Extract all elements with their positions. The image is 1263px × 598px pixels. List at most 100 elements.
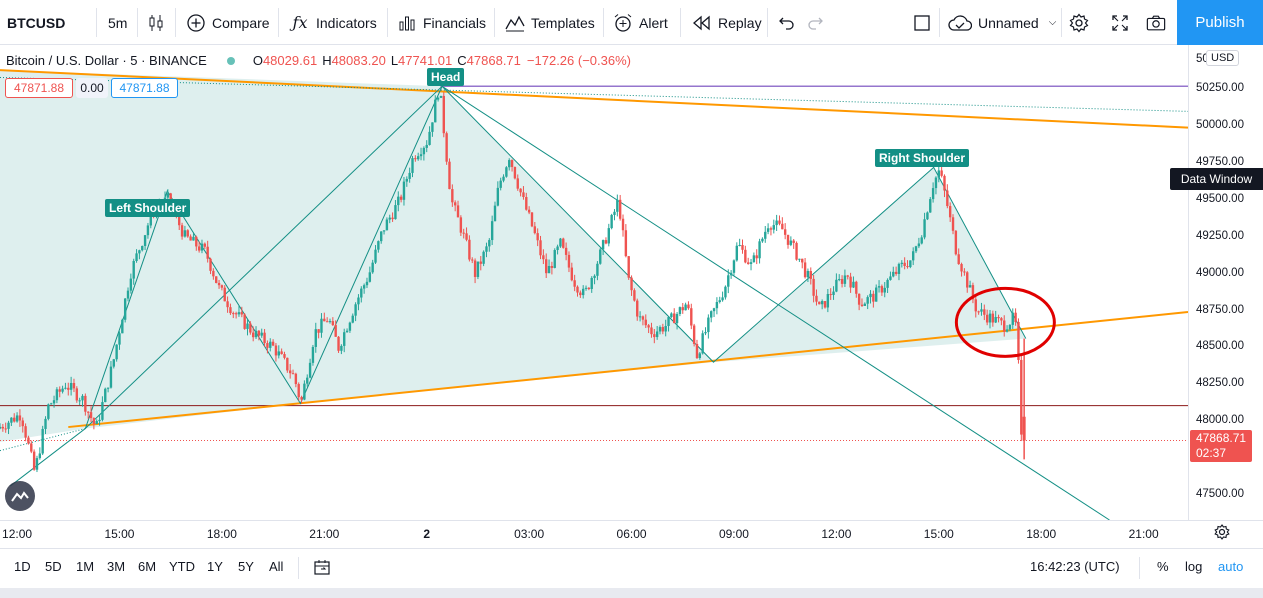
- candle-body: [115, 344, 118, 360]
- candle-body: [195, 236, 198, 247]
- candle-body: [186, 230, 189, 237]
- candle-body: [7, 422, 10, 429]
- layout-name-button[interactable]: Unnamed ⌵: [948, 0, 1056, 45]
- log-scale-toggle[interactable]: log: [1185, 559, 1202, 574]
- redo-button[interactable]: [805, 0, 831, 45]
- candle-body: [510, 160, 514, 167]
- candle-body: [581, 288, 585, 296]
- candle-body: [766, 228, 770, 232]
- axis-settings-button[interactable]: [1214, 524, 1230, 545]
- candle-body: [638, 316, 642, 318]
- time-axis[interactable]: 12:00 15:00 18:00 21:00 2 03:00 06:00 09:00 12:0…: [0, 520, 1263, 548]
- chart-type-button[interactable]: [146, 0, 172, 45]
- candle-body: [269, 341, 272, 348]
- snapshot-button[interactable]: [1146, 0, 1172, 45]
- candle-body: [448, 161, 451, 190]
- replay-button[interactable]: Replay: [692, 0, 762, 45]
- fullscreen-toggle-button[interactable]: [912, 0, 938, 45]
- currency-badge[interactable]: USD: [1206, 50, 1240, 66]
- price-chart[interactable]: [0, 45, 1188, 520]
- right-shoulder-label[interactable]: Right Shoulder: [875, 149, 969, 167]
- candle-body: [357, 297, 360, 305]
- templates-button[interactable]: Templates: [505, 0, 595, 45]
- publish-button[interactable]: Publish: [1177, 0, 1263, 45]
- candle-body: [553, 250, 556, 268]
- candle-body: [951, 217, 955, 231]
- toolbar-divider: [494, 8, 495, 37]
- candle-body: [641, 316, 645, 320]
- alert-button[interactable]: Alert: [613, 0, 668, 45]
- candle-body: [453, 202, 457, 206]
- candle-body: [488, 240, 491, 247]
- candle-body: [334, 325, 337, 337]
- time-tick-label: 18:00: [206, 527, 237, 541]
- compare-button[interactable]: Compare: [186, 0, 270, 45]
- candle-body: [27, 437, 30, 444]
- candle-body: [633, 290, 636, 301]
- candle-body: [445, 133, 448, 162]
- buy-price-box[interactable]: 47871.88: [111, 78, 178, 98]
- range-button-ytd[interactable]: YTD: [169, 559, 195, 574]
- candle-body: [439, 95, 443, 98]
- candle-body: [496, 187, 500, 206]
- candle-body: [946, 190, 949, 207]
- candle-body: [471, 259, 474, 261]
- data-window-button[interactable]: Data Window: [1170, 168, 1263, 190]
- utc-clock[interactable]: 16:42:23 (UTC): [1030, 559, 1120, 574]
- candle-body: [593, 275, 596, 278]
- candle-body: [323, 318, 326, 322]
- candle-body: [1000, 318, 1003, 321]
- candle-body: [840, 279, 844, 284]
- range-button-5d[interactable]: 5D: [45, 559, 62, 574]
- candle-body: [826, 294, 830, 308]
- head-label[interactable]: Head: [427, 68, 465, 86]
- auto-scale-toggle[interactable]: auto: [1218, 559, 1243, 574]
- gear-icon: [1214, 524, 1230, 540]
- candle-body: [604, 240, 608, 244]
- last-price-label: 47868.71 02:37: [1190, 430, 1252, 462]
- chart-logo-button[interactable]: [5, 481, 35, 511]
- fullscreen-button[interactable]: [1110, 0, 1136, 45]
- mountain-icon: [11, 491, 29, 502]
- candle-body: [320, 318, 323, 333]
- indicators-button[interactable]: ƒx Indicators: [290, 0, 377, 45]
- candle-body: [607, 228, 610, 244]
- symbol-search[interactable]: BTCUSD: [7, 0, 65, 45]
- candle-body: [795, 242, 798, 260]
- candle-body: [35, 458, 39, 470]
- percent-scale-toggle[interactable]: %: [1157, 559, 1169, 574]
- range-button-1m[interactable]: 1M: [76, 559, 94, 574]
- candle-body: [616, 199, 619, 212]
- candle-body: [644, 319, 647, 326]
- toolbar-divider: [298, 557, 299, 579]
- toolbar-divider: [175, 8, 176, 37]
- time-tick-label: 06:00: [616, 527, 647, 541]
- left-shoulder-label[interactable]: Left Shoulder: [105, 199, 191, 217]
- financials-button[interactable]: Financials: [397, 0, 486, 45]
- range-button-3m[interactable]: 3M: [107, 559, 125, 574]
- candle-body: [246, 323, 249, 329]
- candle-body: [254, 330, 258, 338]
- toolbar-divider: [278, 8, 279, 37]
- undo-button[interactable]: [777, 0, 803, 45]
- sell-price-box[interactable]: 47871.88: [5, 78, 73, 98]
- candle-body: [277, 351, 280, 356]
- candle-body: [380, 231, 383, 242]
- range-button-5y[interactable]: 5Y: [238, 559, 254, 574]
- range-button-6m[interactable]: 6M: [138, 559, 156, 574]
- candle-body: [576, 286, 579, 293]
- settings-button[interactable]: [1069, 0, 1095, 45]
- range-button-1d[interactable]: 1D: [14, 559, 31, 574]
- chart-pane[interactable]: Bitcoin / U.S. Dollar · 5 · BINANCE O 480…: [0, 45, 1263, 520]
- range-button-all[interactable]: All: [269, 559, 283, 574]
- templates-label: Templates: [531, 14, 595, 31]
- range-button-1y[interactable]: 1Y: [207, 559, 223, 574]
- candle-body: [106, 387, 110, 389]
- candle-body: [712, 308, 716, 312]
- interval-button[interactable]: 5m: [108, 0, 127, 45]
- go-to-date-button[interactable]: [313, 559, 333, 582]
- candle-body: [692, 325, 696, 344]
- candle-body: [823, 301, 827, 308]
- candle-body: [536, 233, 539, 241]
- candle-body: [684, 304, 687, 311]
